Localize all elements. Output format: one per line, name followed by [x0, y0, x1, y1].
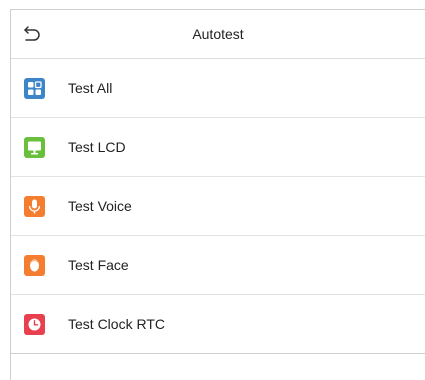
menu-item-test-lcd[interactable]: Test LCD: [11, 118, 425, 177]
menu-item-test-all[interactable]: Test All: [11, 59, 425, 118]
header-bar: Autotest: [11, 10, 425, 59]
autotest-menu-list: Test All Test LCD Test Voice Test Face T…: [11, 59, 425, 354]
menu-item-test-voice[interactable]: Test Voice: [11, 177, 425, 236]
grid-icon: [24, 78, 45, 99]
face-icon: [24, 255, 45, 276]
menu-item-test-clock-rtc[interactable]: Test Clock RTC: [11, 295, 425, 354]
monitor-icon: [24, 137, 45, 158]
menu-item-label: Test All: [68, 80, 113, 96]
autotest-screen: Autotest Test All Test LCD Test Voice Te…: [10, 9, 425, 380]
menu-item-label: Test Face: [68, 257, 129, 273]
clock-icon: [24, 314, 45, 335]
menu-item-label: Test Clock RTC: [68, 316, 165, 332]
microphone-icon: [24, 196, 45, 217]
menu-item-label: Test Voice: [68, 198, 132, 214]
back-button[interactable]: [19, 22, 43, 46]
menu-item-label: Test LCD: [68, 139, 126, 155]
page-title: Autotest: [192, 26, 244, 42]
back-arrow-icon: [24, 26, 40, 41]
menu-item-test-face[interactable]: Test Face: [11, 236, 425, 295]
